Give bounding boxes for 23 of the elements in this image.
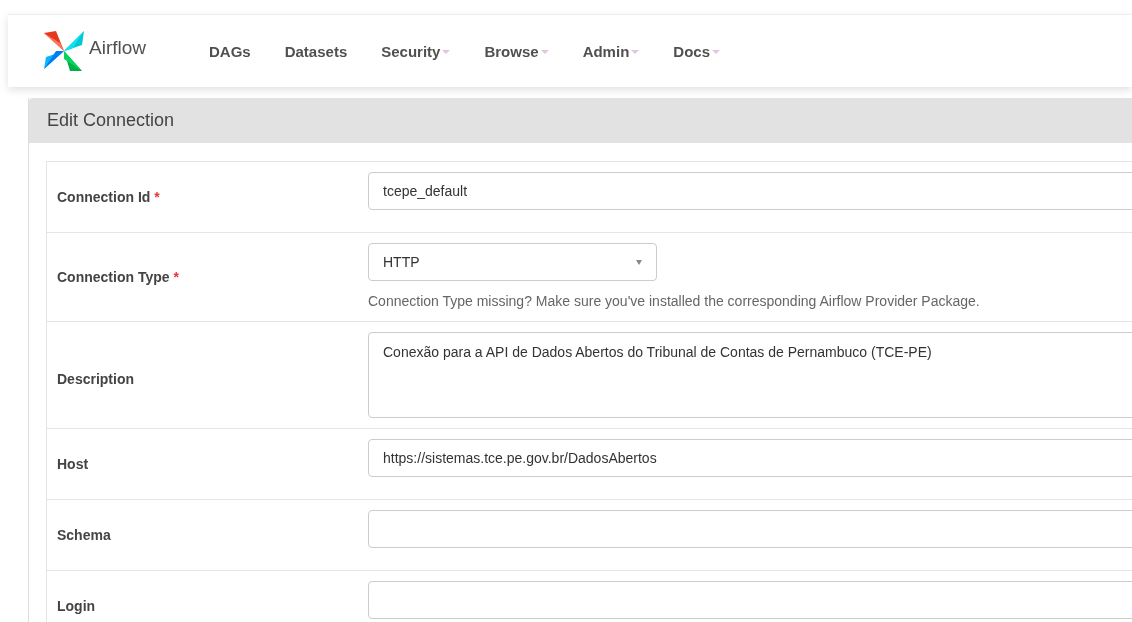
- select-field[interactable]: HTTP: [368, 243, 657, 281]
- panel-title: Edit Connection: [47, 110, 175, 131]
- input-field[interactable]: https://sistemas.tce.pe.gov.br/DadosAbertos: [368, 439, 1132, 477]
- nav-menu-item[interactable]: Security: [364, 42, 468, 60]
- nav-menu-item[interactable]: DAGs: [192, 42, 268, 60]
- input-field[interactable]: [368, 581, 1132, 619]
- field-label: Schema: [57, 527, 111, 543]
- help-text: Connection Type missing? Make sure you've installed the corresponding Airflow Provider Package.: [368, 293, 981, 309]
- nav-menu-item[interactable]: Docs: [656, 42, 737, 60]
- dropdown-caret-icon: [636, 259, 642, 265]
- nav-menu-item[interactable]: Browse: [467, 42, 566, 60]
- input-field[interactable]: tcepe_default: [368, 172, 1132, 210]
- nav-menu-item[interactable]: Datasets: [267, 42, 365, 60]
- textarea-field[interactable]: Conexão para a API de Dados Abertos do Tribunal de Contas de Pernambuco (TCE-PE): [368, 332, 1132, 418]
- brand-link[interactable]: Airflow: [89, 37, 146, 59]
- input-field[interactable]: [368, 510, 1132, 548]
- field-label: Description: [57, 371, 134, 387]
- field-label: Connection Id *: [57, 189, 160, 205]
- nav-menu-item[interactable]: Admin: [565, 42, 657, 60]
- pinwheel-logo-icon[interactable]: [42, 29, 86, 73]
- field-label: Login: [57, 598, 96, 614]
- field-label: Host: [57, 456, 89, 472]
- field-label: Connection Type *: [57, 269, 179, 285]
